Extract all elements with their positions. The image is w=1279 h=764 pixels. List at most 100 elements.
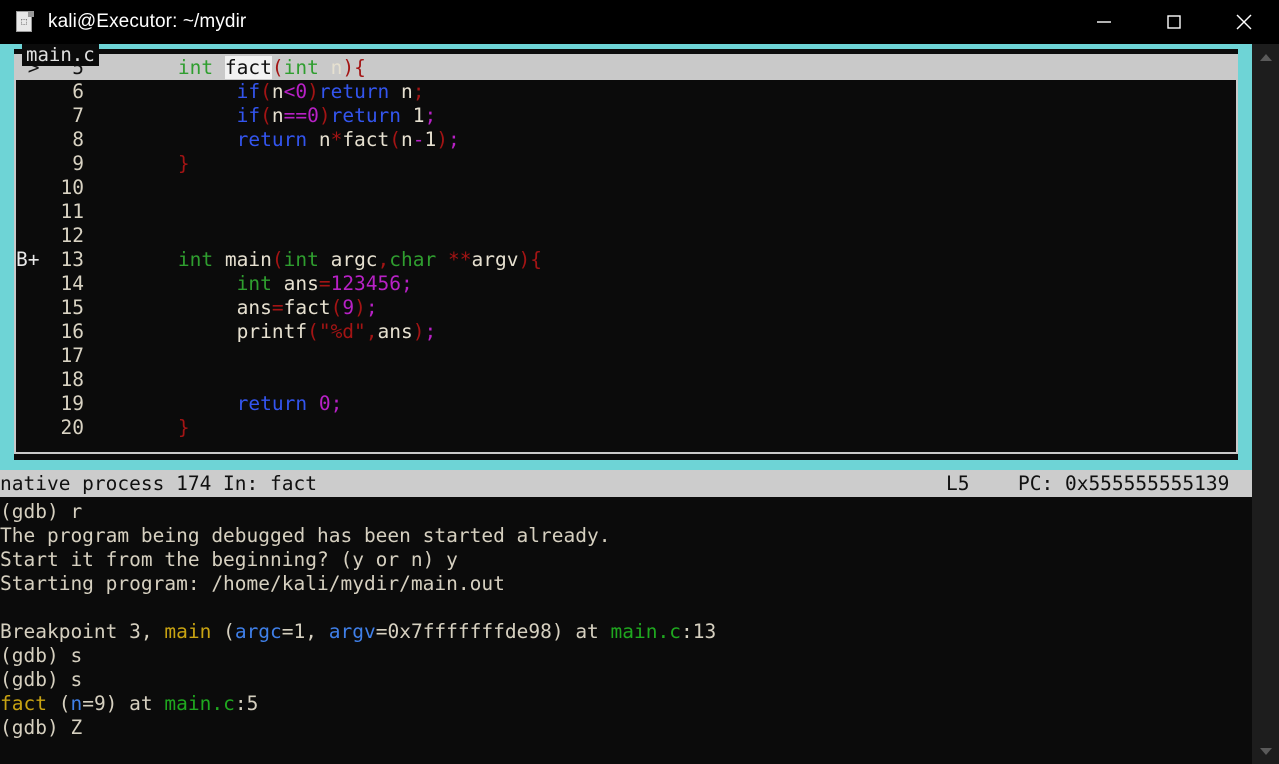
line-number: 19 <box>60 392 84 415</box>
code-token: = <box>271 296 284 319</box>
code-token: ; <box>412 80 425 103</box>
breakpoint-marker[interactable] <box>16 152 56 176</box>
scrollbar-thumb[interactable] <box>1252 70 1279 764</box>
code-token: ( <box>260 80 272 103</box>
maximize-button[interactable] <box>1139 0 1209 44</box>
code-token: if <box>236 104 261 127</box>
code-token: "%d" <box>318 320 366 343</box>
line-code: int ans=123456; <box>84 272 413 295</box>
window-controls <box>1069 0 1279 44</box>
code-token: n <box>271 80 284 103</box>
breakpoint-marker[interactable] <box>16 320 56 344</box>
code-token: ) <box>318 104 331 127</box>
status-program-counter: PC: 0x555555555139 <box>1018 472 1230 495</box>
source-line[interactable]: 9 } <box>16 152 1236 176</box>
code-token: ans <box>377 320 413 343</box>
line-number: 8 <box>72 128 84 151</box>
breakpoint-marker[interactable] <box>16 392 56 416</box>
breakpoint-marker[interactable] <box>16 368 56 392</box>
code-token: 123456 <box>330 272 402 295</box>
gdb-console[interactable]: (gdb) r The program being debugged has be… <box>0 497 1252 764</box>
line-number: 11 <box>60 200 84 223</box>
source-line[interactable]: 8 return n*fact(n-1); <box>16 128 1236 152</box>
breakpoint-marker[interactable] <box>16 272 56 296</box>
code-token: return <box>318 80 390 103</box>
source-line[interactable]: 10 <box>16 176 1236 200</box>
breakpoint-marker[interactable] <box>16 128 56 152</box>
code-token: 1 <box>412 104 425 127</box>
scroll-up-arrow-icon[interactable] <box>1252 44 1279 70</box>
source-line[interactable]: 18 <box>16 368 1236 392</box>
code-token: argv <box>471 248 519 271</box>
code-token: } <box>177 416 190 439</box>
code-token: ( <box>271 248 284 271</box>
console-token: (gdb) Z <box>0 716 83 739</box>
breakpoint-marker[interactable]: B+ <box>16 248 56 272</box>
close-button[interactable] <box>1209 0 1279 44</box>
code-token: fact <box>283 296 331 319</box>
window-scrollbar[interactable] <box>1252 44 1279 764</box>
code-token: ; <box>330 392 343 415</box>
source-line[interactable]: 11 <box>16 200 1236 224</box>
source-file-title: main.c <box>22 44 99 66</box>
console-token: ( <box>46 692 71 715</box>
breakpoint-marker[interactable] <box>16 296 56 320</box>
code-token: = <box>318 272 331 295</box>
breakpoint-marker[interactable] <box>16 224 56 248</box>
window-title: kali@Executor: ~/mydir <box>48 11 247 32</box>
breakpoint-marker[interactable] <box>16 416 56 440</box>
minimize-button[interactable] <box>1069 0 1139 44</box>
source-line[interactable]: 17 <box>16 344 1236 368</box>
code-token: int <box>236 272 272 295</box>
code-token: - <box>412 128 425 151</box>
breakpoint-marker[interactable] <box>16 80 56 104</box>
status-process-info: native process 174 In: fact <box>0 472 317 495</box>
source-line[interactable]: 6 if(n<0)return n; <box>16 80 1236 104</box>
console-token: =9) at <box>82 692 165 715</box>
breakpoint-marker[interactable] <box>16 200 56 224</box>
code-token: 0 <box>307 104 319 127</box>
console-token: Start it from the beginning? (y or n) y <box>0 548 458 571</box>
code-token: ( <box>330 296 343 319</box>
line-number: 18 <box>60 368 84 391</box>
code-token: ans <box>271 272 319 295</box>
source-line[interactable]: 16 printf("%d",ans); <box>16 320 1236 344</box>
source-line[interactable]: 7 if(n==0)return 1; <box>16 104 1236 128</box>
source-line[interactable]: 12 <box>16 224 1236 248</box>
source-line[interactable]: B+ 13 int main(int argc,char **argv){ <box>16 248 1236 272</box>
code-token: 1 <box>424 128 437 151</box>
console-token: The program being debugged has been star… <box>0 524 611 547</box>
console-token: ( <box>211 620 235 643</box>
source-line[interactable]: 20 } <box>16 416 1236 440</box>
breakpoint-marker[interactable] <box>16 104 56 128</box>
console-token: main.c <box>610 620 681 643</box>
source-line[interactable]: 15 ans=fact(9); <box>16 296 1236 320</box>
code-token: ) <box>412 320 425 343</box>
console-token: argv <box>328 620 376 643</box>
breakpoint-marker[interactable] <box>16 344 56 368</box>
title-bar: ⬚ kali@Executor: ~/mydir <box>0 0 1279 44</box>
console-token: =0x7fffffffde98) at <box>375 620 611 643</box>
console-line: (gdb) s <box>0 668 1252 692</box>
code-token: == <box>283 104 308 127</box>
console-token: main.c <box>164 692 235 715</box>
line-number: 10 <box>60 176 84 199</box>
code-token: fact <box>342 128 390 151</box>
source-line[interactable]: 14 int ans=123456; <box>16 272 1236 296</box>
console-token: :5 <box>234 692 259 715</box>
scroll-down-arrow-icon[interactable] <box>1252 738 1279 764</box>
code-token: , <box>365 320 378 343</box>
line-number: 12 <box>60 224 84 247</box>
console-token: (gdb) s <box>0 644 83 667</box>
line-number: 13 <box>60 248 84 271</box>
source-code-lines[interactable]: >5 int fact(int n){ 6 if(n<0)return n; 7… <box>16 56 1236 452</box>
console-token: argc <box>234 620 282 643</box>
code-token: ) <box>307 80 319 103</box>
console-token: Starting program: /home/kali/mydir/main.… <box>0 572 505 595</box>
code-token: 0 <box>295 80 308 103</box>
breakpoint-marker[interactable] <box>16 176 56 200</box>
source-line[interactable]: >5 int fact(int n){ <box>16 56 1236 80</box>
source-line[interactable]: 19 return 0; <box>16 392 1236 416</box>
